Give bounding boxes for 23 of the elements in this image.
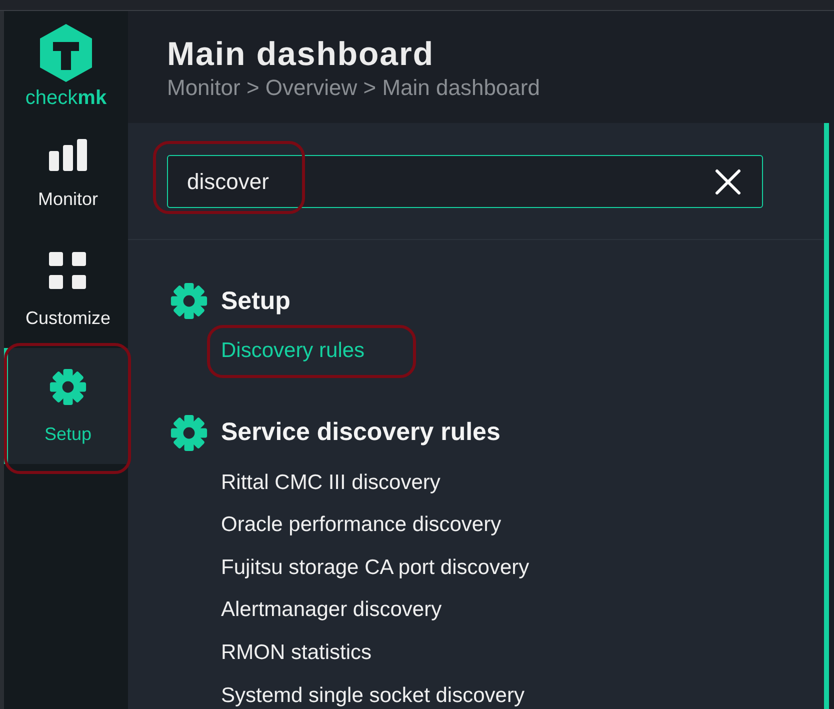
result-link[interactable]: Fujitsu storage CA port discovery	[221, 546, 530, 590]
grid-icon	[49, 252, 87, 290]
gear-icon	[49, 368, 87, 406]
bar-chart-icon	[49, 138, 87, 170]
page-title: Main dashboard	[167, 35, 436, 73]
section-title: Service discovery rules	[221, 418, 500, 448]
section-title: Setup	[221, 286, 290, 316]
close-icon[interactable]	[715, 169, 741, 195]
nav-item[interactable]: Monitor	[4, 116, 128, 232]
search-field[interactable]: discover	[167, 155, 763, 208]
nav-item[interactable]: Customize	[4, 232, 128, 348]
logo-icon	[40, 24, 92, 82]
result-link[interactable]: Discovery rules	[221, 330, 365, 373]
logo-text: checkmk	[25, 88, 107, 108]
result-link[interactable]: Alertmanager discovery	[221, 589, 442, 632]
breadcrumb: Monitor > Overview > Main dashboard	[167, 75, 541, 101]
result-link[interactable]: Rittal CMC III discovery	[221, 462, 440, 504]
gear-icon	[170, 282, 208, 320]
result-link[interactable]: Systemd single socket discovery	[221, 674, 524, 709]
nav-item[interactable]: Setup	[4, 348, 128, 464]
result-link[interactable]: RMON statistics	[221, 632, 372, 675]
gear-icon	[170, 414, 208, 452]
result-link[interactable]: Oracle performance discovery	[221, 504, 502, 547]
